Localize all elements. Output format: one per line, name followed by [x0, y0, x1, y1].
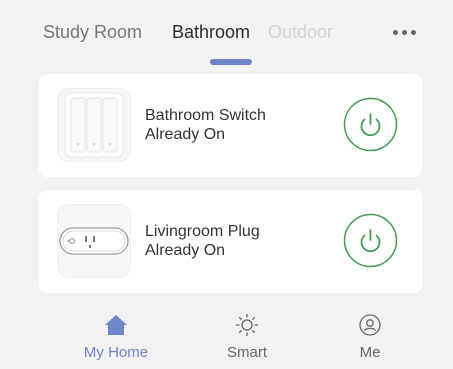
- device-card-bathroom-switch[interactable]: Bathroom Switch Already On: [39, 74, 422, 177]
- tab-study-room[interactable]: Study Room: [43, 20, 142, 44]
- tab-bathroom[interactable]: Bathroom: [172, 20, 250, 44]
- sun-icon: [235, 313, 259, 337]
- device-info: Bathroom Switch Already On: [145, 106, 266, 144]
- power-button[interactable]: [343, 213, 398, 268]
- device-info: Livingroom Plug Already On: [145, 222, 260, 260]
- device-status: Already On: [145, 242, 226, 259]
- app-screen: Study Room Bathroom Outdoor Bathroom Swi…: [0, 0, 453, 369]
- power-icon: [343, 213, 398, 268]
- device-name: Bathroom Switch: [145, 107, 266, 124]
- power-button[interactable]: [343, 97, 398, 152]
- nav-label: Smart: [226, 344, 267, 361]
- active-tab-indicator: [210, 59, 252, 65]
- device-name: Livingroom Plug: [145, 223, 260, 240]
- nav-smart[interactable]: Smart: [202, 313, 292, 365]
- room-tabs: Study Room Bathroom Outdoor: [0, 0, 453, 65]
- home-icon: [105, 315, 127, 335]
- bottom-nav: My Home Smart Me: [0, 303, 453, 369]
- power-icon: [343, 97, 398, 152]
- device-card-livingroom-plug[interactable]: Livingroom Plug Already On: [39, 190, 422, 293]
- wall-switch-icon: [57, 88, 131, 162]
- power-strip-icon: [57, 204, 131, 278]
- tab-outdoor[interactable]: Outdoor: [268, 20, 333, 44]
- nav-label: My Home: [83, 344, 149, 361]
- device-status: Already On: [145, 126, 226, 143]
- nav-label: Me: [359, 344, 381, 361]
- more-dots-icon[interactable]: [390, 24, 420, 40]
- nav-me[interactable]: Me: [325, 313, 415, 365]
- nav-my-home[interactable]: My Home: [71, 313, 161, 365]
- user-icon: [359, 314, 381, 336]
